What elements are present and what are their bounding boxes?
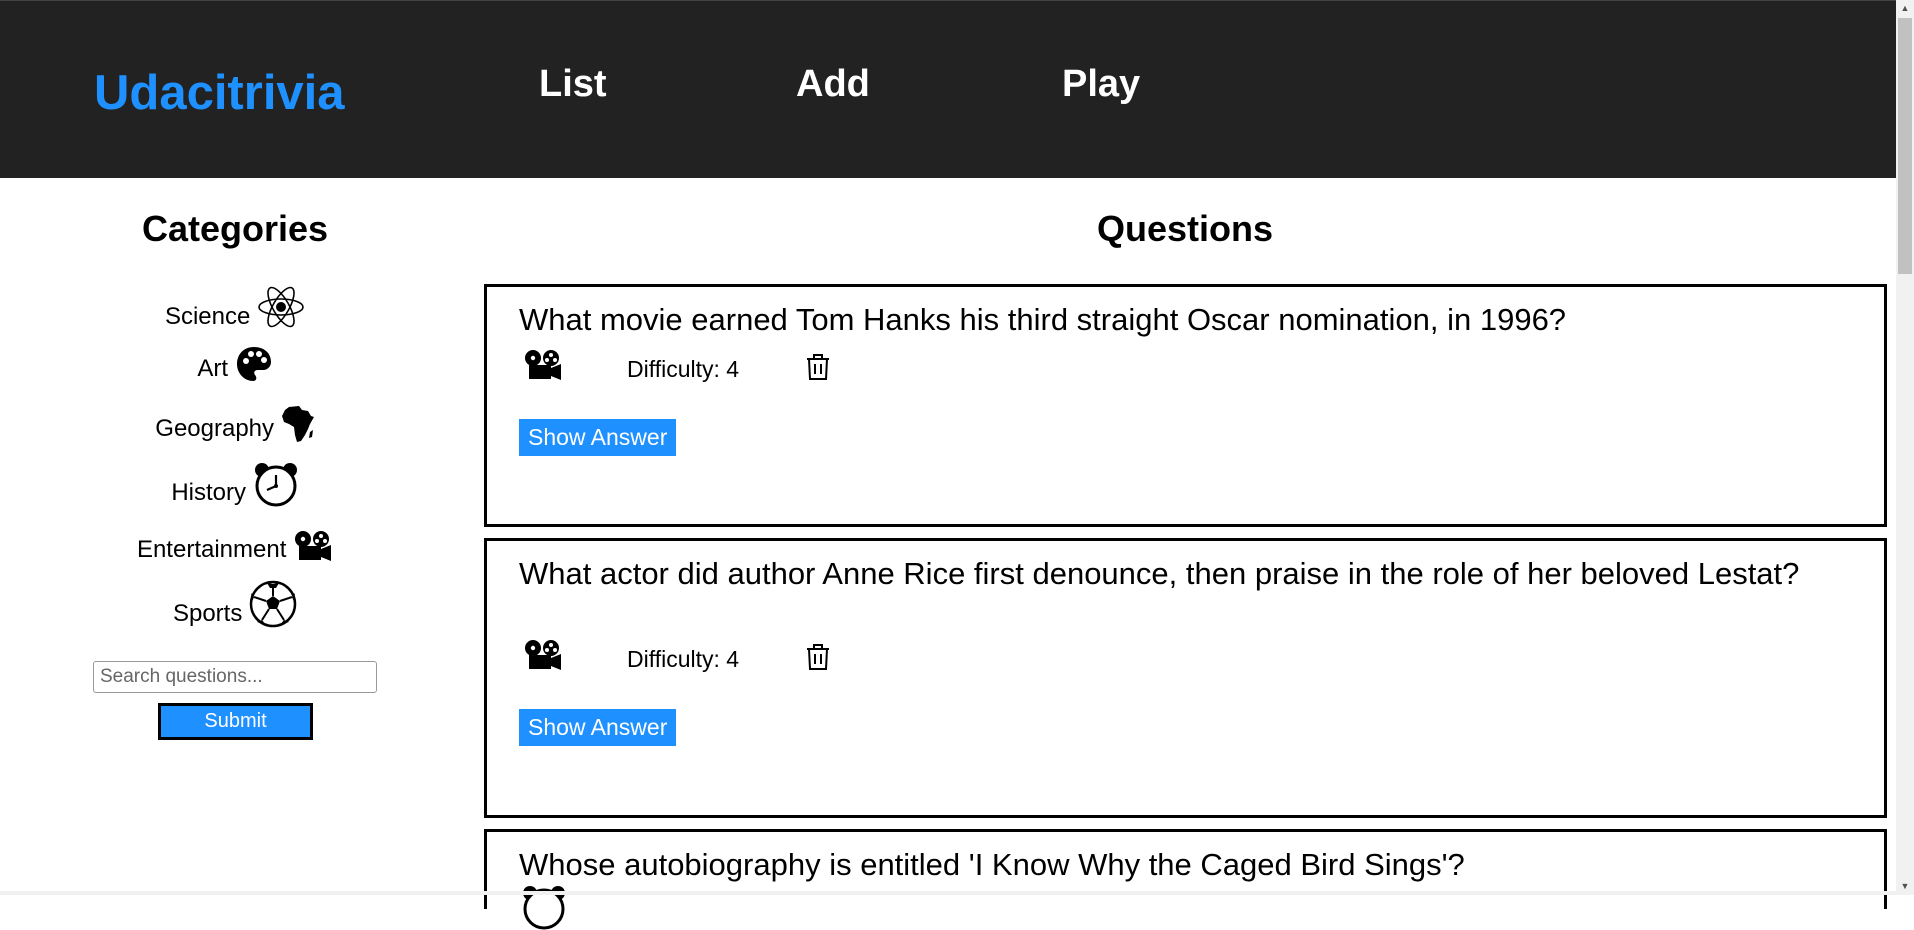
question-meta: Difficulty: 4 — [523, 349, 923, 389]
category-label: Entertainment — [136, 536, 287, 563]
category-item-history[interactable]: History — [0, 461, 470, 507]
questions-heading: Questions — [1096, 208, 1274, 249]
delete-trash-icon[interactable] — [805, 353, 831, 381]
scroll-up-arrow-icon[interactable]: ▲ — [1896, 0, 1914, 17]
categories-heading: Categories — [141, 208, 329, 249]
category-label: Art — [197, 355, 228, 382]
history-clock-icon — [254, 463, 297, 507]
submit-button[interactable]: Submit — [158, 703, 313, 740]
question-card: What movie earned Tom Hanks his third st… — [484, 284, 1887, 527]
category-item-sports[interactable]: Sports — [0, 580, 470, 628]
category-item-art[interactable]: Art — [0, 345, 470, 383]
entertainment-projector-icon — [295, 531, 332, 561]
delete-trash-icon[interactable] — [805, 643, 831, 671]
vertical-scrollbar[interactable]: ▲ ▼ — [1896, 0, 1914, 895]
category-item-geography[interactable]: Geography — [0, 405, 470, 443]
search-input[interactable] — [93, 661, 377, 693]
category-item-science[interactable]: Science — [0, 283, 470, 331]
category-label: Sports — [172, 600, 243, 627]
art-palette-icon — [236, 347, 271, 381]
page-bottom-edge — [0, 891, 1896, 895]
entertainment-projector-icon — [525, 350, 561, 380]
nav-list-link[interactable]: List — [539, 63, 607, 106]
geography-africa-icon — [281, 406, 314, 442]
science-atom-icon — [258, 286, 304, 328]
category-label: History — [171, 479, 246, 506]
difficulty-label: Difficulty: 4 — [627, 646, 740, 672]
question-text: What movie earned Tom Hanks his third st… — [519, 302, 1567, 337]
category-label: Science — [164, 303, 251, 330]
category-item-entertainment[interactable]: Entertainment — [0, 530, 470, 564]
sports-ball-icon — [249, 580, 297, 628]
question-card: Whose autobiography is entitled 'I Know … — [484, 829, 1887, 930]
scroll-down-arrow-icon[interactable]: ▼ — [1896, 878, 1914, 895]
question-meta: Difficulty: 4 — [523, 639, 923, 679]
scroll-thumb[interactable] — [1898, 18, 1912, 274]
brand-title[interactable]: Udacitrivia — [94, 65, 345, 121]
category-label: Geography — [155, 415, 275, 442]
question-text: What actor did author Anne Rice first de… — [519, 556, 1800, 591]
nav-play-link[interactable]: Play — [1062, 63, 1140, 106]
entertainment-projector-icon — [525, 640, 561, 670]
show-answer-button[interactable]: Show Answer — [519, 419, 677, 456]
top-nav-bar: Udacitrivia List Add Play — [0, 0, 1896, 178]
show-answer-button[interactable]: Show Answer — [519, 709, 677, 746]
difficulty-label: Difficulty: 4 — [627, 356, 740, 382]
nav-add-link[interactable]: Add — [796, 63, 870, 106]
question-text: Whose autobiography is entitled 'I Know … — [519, 847, 1465, 882]
question-card: What actor did author Anne Rice first de… — [484, 538, 1887, 818]
